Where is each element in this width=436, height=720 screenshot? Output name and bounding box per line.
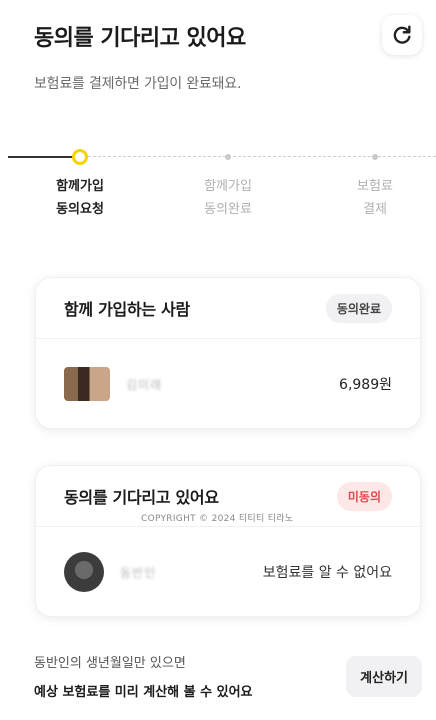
joined-member-info: 김미래 bbox=[64, 367, 162, 401]
step-progress-line bbox=[8, 156, 78, 158]
progress-stepper: 함께가입 동의요청 함께가입 동의완료 보험료 결제 bbox=[0, 145, 436, 225]
premium-unknown-text: 보험료를 알 수 없어요 bbox=[262, 565, 392, 581]
consent-complete-badge: 동의완료 bbox=[325, 293, 392, 323]
step-2-marker bbox=[225, 154, 231, 160]
page-title: 동의를 기다리고 있어요 bbox=[34, 26, 246, 51]
joined-member-card: 함께 가입하는 사람 동의완료 김미래 6,989원 bbox=[35, 277, 421, 429]
waiting-member-row: 동반인 보험료를 알 수 없어요 bbox=[36, 527, 420, 617]
step-3-marker bbox=[372, 154, 378, 160]
step-3-label: 보험료 결제 bbox=[330, 175, 420, 221]
step-1-label-line1: 함께가입 bbox=[56, 179, 104, 194]
page-subtitle: 보험료를 결제하면 가입이 완료돼요. bbox=[34, 76, 242, 92]
waiting-member-info: 동반인 bbox=[64, 552, 156, 592]
joined-member-row: 김미래 6,989원 bbox=[36, 339, 420, 429]
member-name: 김미래 bbox=[126, 377, 163, 392]
step-3-label-line1: 보험료 bbox=[357, 179, 393, 194]
step-1-marker bbox=[72, 149, 88, 165]
avatar bbox=[64, 367, 110, 401]
companion-name: 동반인 bbox=[120, 565, 157, 580]
step-2-label-line1: 함께가입 bbox=[204, 179, 252, 194]
step-1-label: 함께가입 동의요청 bbox=[35, 175, 125, 221]
step-2-label-line2: 동의완료 bbox=[204, 202, 252, 217]
page-header: 동의를 기다리고 있어요 보험료를 결제하면 가입이 완료돼요. bbox=[34, 20, 414, 93]
waiting-consent-card: 동의를 기다리고 있어요 미동의 동반인 보험료를 알 수 없어요 bbox=[35, 465, 421, 617]
joined-member-card-header: 함께 가입하는 사람 동의완료 bbox=[36, 278, 420, 339]
refresh-button[interactable] bbox=[382, 15, 422, 55]
copyright-watermark: COPYRIGHT © 2024 티티티 티라노 bbox=[137, 511, 298, 524]
refresh-icon bbox=[393, 25, 411, 44]
joined-member-card-title: 함께 가입하는 사람 bbox=[64, 300, 190, 319]
calculate-button[interactable]: 계산하기 bbox=[346, 656, 422, 697]
waiting-consent-card-title: 동의를 기다리고 있어요 bbox=[64, 488, 219, 507]
step-1-label-line2: 동의요청 bbox=[56, 202, 104, 217]
step-2-label: 함께가입 동의완료 bbox=[183, 175, 273, 221]
avatar bbox=[64, 552, 104, 592]
not-consented-badge: 미동의 bbox=[336, 481, 392, 511]
premium-amount: 6,989원 bbox=[339, 377, 392, 393]
step-remaining-line bbox=[88, 156, 436, 157]
step-3-label-line2: 결제 bbox=[363, 202, 387, 217]
